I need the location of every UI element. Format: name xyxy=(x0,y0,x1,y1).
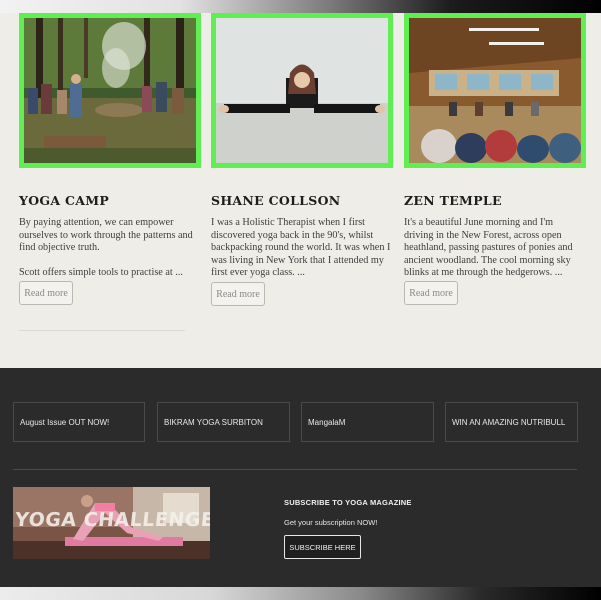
footer-link-bikram-yoga[interactable]: BIKRAM YOGA SURBITON xyxy=(157,402,290,442)
banner-title: YOGA CHALLENGE xyxy=(13,509,210,531)
footer-link-nutribullet[interactable]: WIN AN AMAZING NUTRIBULL xyxy=(445,402,578,442)
article-excerpt: I was a Holistic Therapist when I first … xyxy=(211,217,391,292)
top-gradient-bar xyxy=(0,0,601,13)
subscribe-button[interactable]: SUBSCRIBE HERE xyxy=(284,535,361,559)
woman-doing-splits-photo xyxy=(216,18,388,163)
bottom-gradient-bar xyxy=(0,587,601,600)
section-divider xyxy=(19,330,185,331)
article-excerpt-paragraph: By paying attention, we can empower ours… xyxy=(19,217,193,253)
article-image-yoga-camp[interactable] xyxy=(19,13,201,168)
read-more-button[interactable]: Read more xyxy=(211,282,265,306)
article-excerpt-paragraph: It's a beautiful June morning and I'm dr… xyxy=(404,217,573,278)
article-excerpt-paragraph: Scott offers simple tools to practise at… xyxy=(19,267,183,278)
article-excerpt-paragraph: I was a Holistic Therapist when I first … xyxy=(211,217,391,278)
articles-section: YOGA CAMP By paying attention, we can em… xyxy=(0,13,601,368)
site-footer: August Issue OUT NOW! BIKRAM YOGA SURBIT… xyxy=(0,368,601,587)
subscribe-text: Get your subscription NOW! xyxy=(284,518,378,527)
article-image-shane-collson[interactable] xyxy=(211,13,393,168)
footer-link-august-issue[interactable]: August Issue OUT NOW! xyxy=(13,402,145,442)
article-title[interactable]: SHANE COLLSON xyxy=(211,193,341,208)
read-more-button[interactable]: Read more xyxy=(404,281,458,305)
article-title[interactable]: ZEN TEMPLE xyxy=(404,193,502,208)
yoga-challenge-banner[interactable]: YOGA CHALLENGE xyxy=(13,487,210,559)
group-in-forest-photo xyxy=(24,18,196,163)
meditation-hall-photo xyxy=(409,18,581,163)
article-title[interactable]: YOGA CAMP xyxy=(19,193,109,208)
subscribe-heading: SUBSCRIBE TO YOGA MAGAZINE xyxy=(284,498,412,507)
read-more-button[interactable]: Read more xyxy=(19,281,73,305)
article-image-zen-temple[interactable] xyxy=(404,13,586,168)
footer-divider xyxy=(13,469,577,470)
footer-link-mangalam[interactable]: MangalaM xyxy=(301,402,434,442)
